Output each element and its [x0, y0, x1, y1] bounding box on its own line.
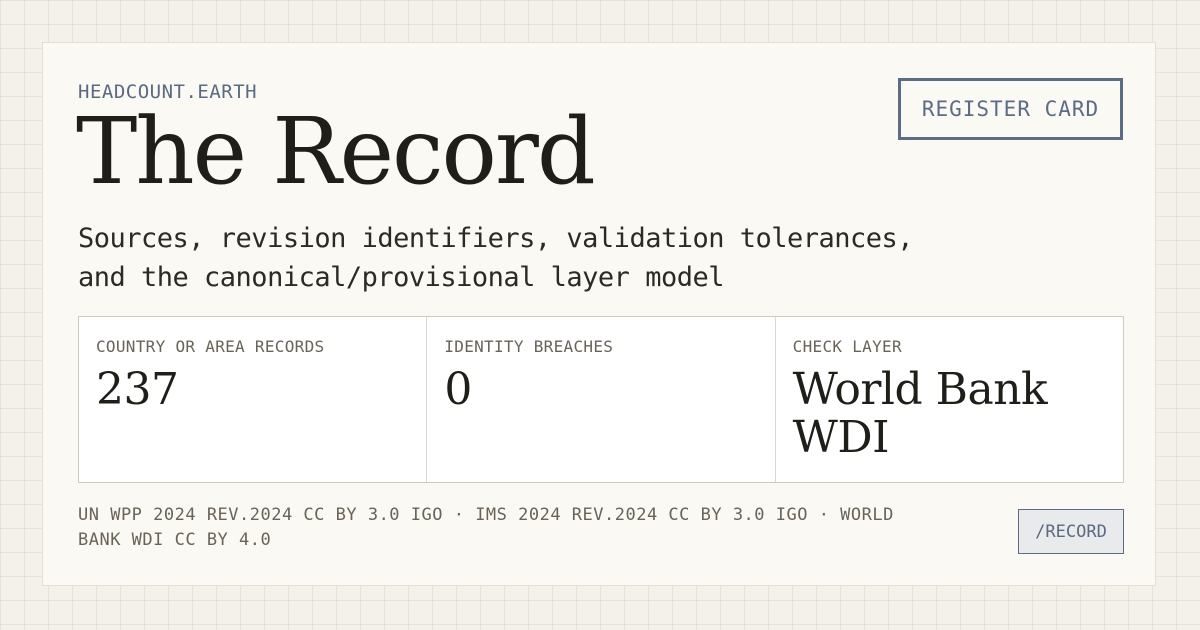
register-card-button[interactable]: REGISTER CARD [898, 78, 1123, 140]
stats-panel: COUNTRY OR AREA RECORDS 237 IDENTITY BRE… [78, 316, 1124, 483]
stat-country-records: COUNTRY OR AREA RECORDS 237 [79, 317, 428, 482]
source-attribution: UN WPP 2024 REV.2024 CC BY 3.0 IGO · IMS… [78, 505, 894, 550]
page-title: The Record [76, 98, 596, 205]
stat-label: IDENTITY BREACHES [444, 337, 614, 356]
page-description: Sources, revision identifiers, validatio… [78, 223, 914, 293]
stat-identity-breaches: IDENTITY BREACHES 0 [427, 317, 776, 482]
record-path-link[interactable]: /RECORD [1018, 509, 1124, 554]
stat-value: World Bank WDI [792, 364, 1048, 463]
stat-label: COUNTRY OR AREA RECORDS [96, 337, 325, 356]
record-card: HEADCOUNT.EARTH REGISTER CARD The Record… [42, 42, 1156, 586]
stat-label: CHECK LAYER [792, 337, 902, 356]
stat-value: 237 [96, 364, 179, 415]
stat-check-layer: CHECK LAYER World Bank WDI [776, 317, 1123, 482]
stat-value: 0 [444, 364, 472, 415]
